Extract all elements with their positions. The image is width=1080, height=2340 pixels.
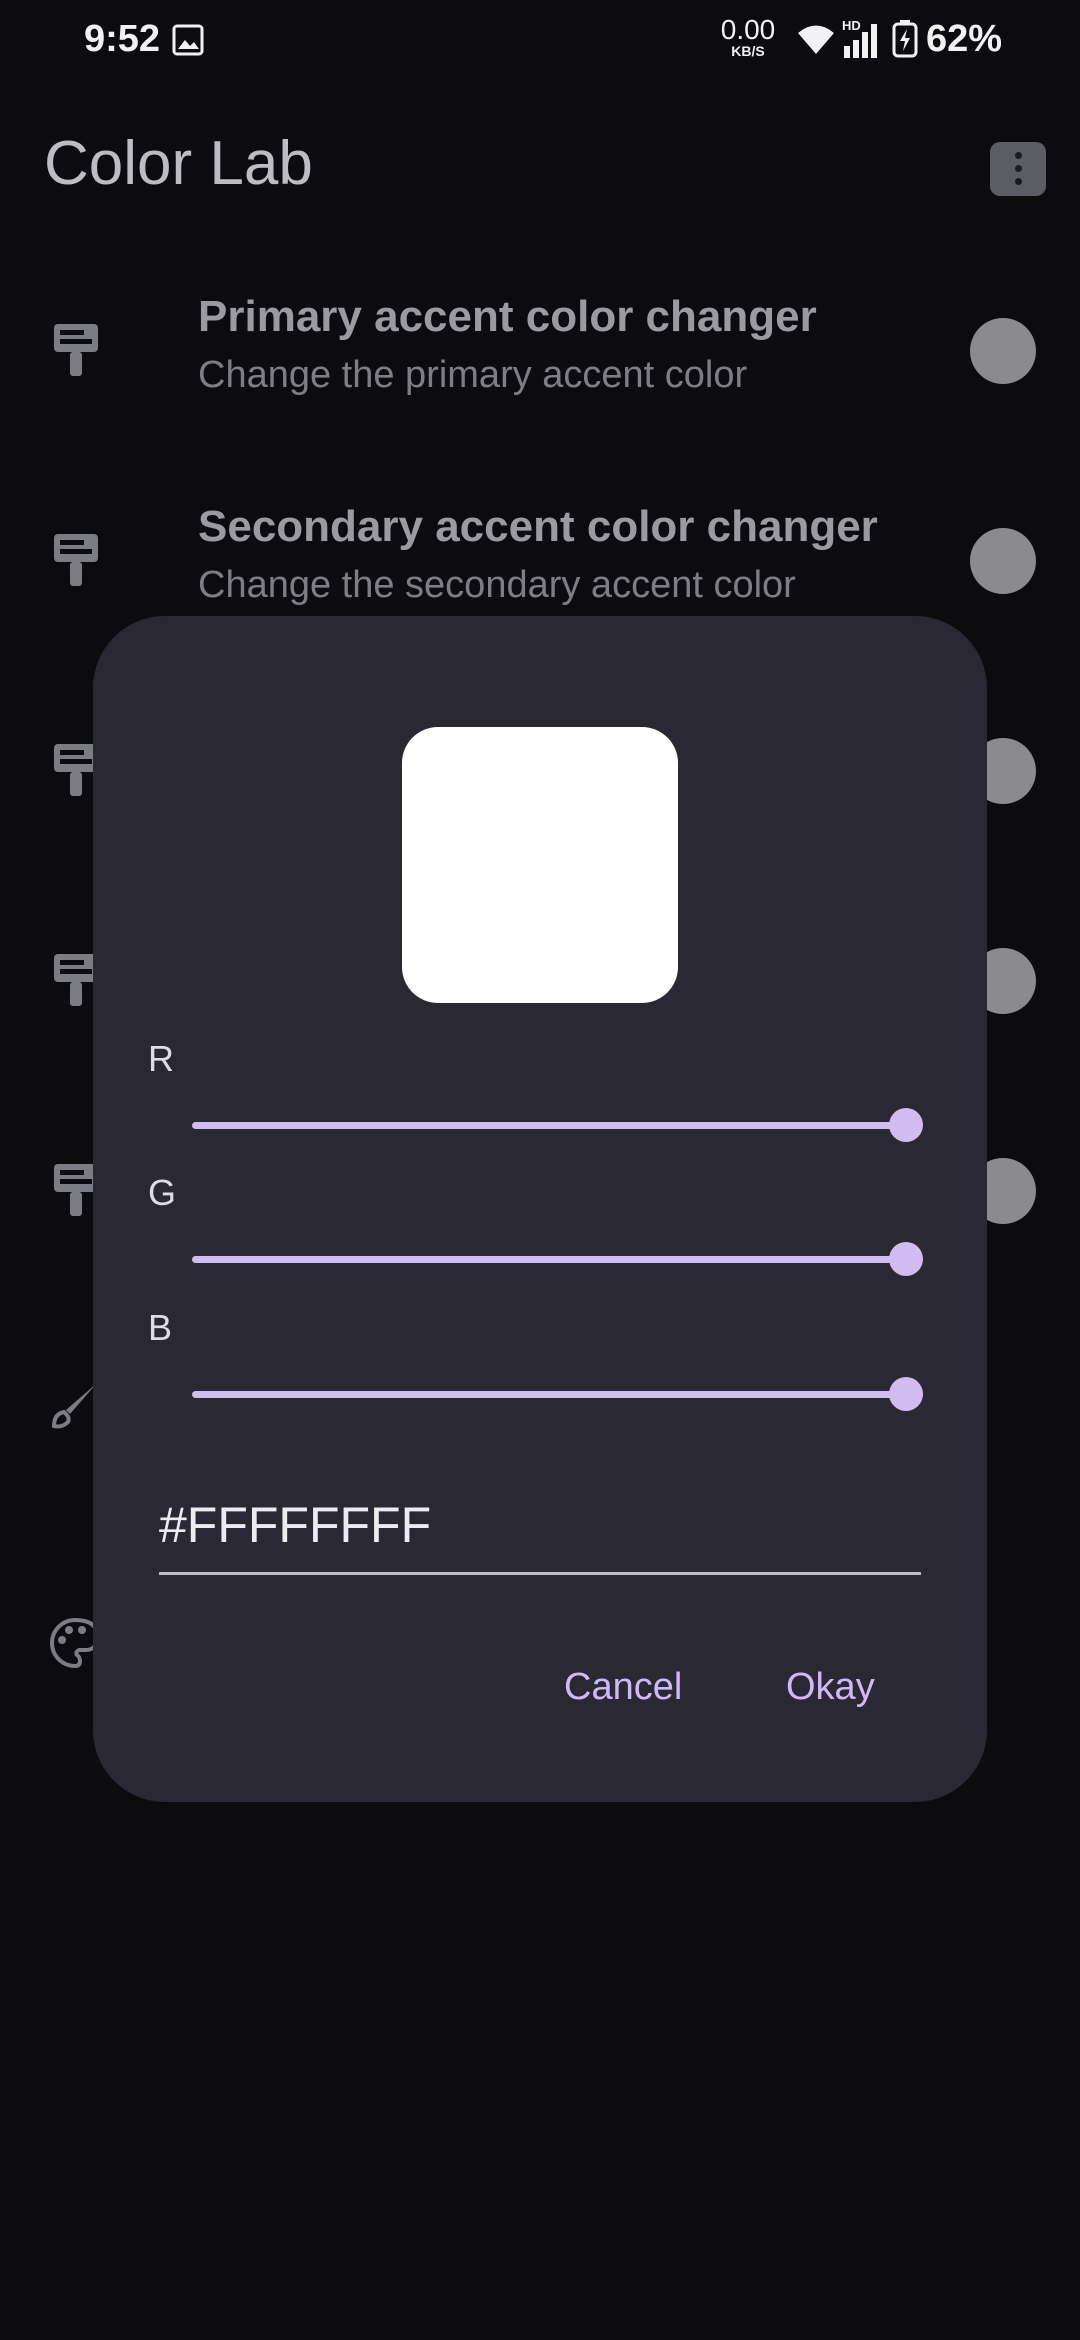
wifi-icon — [798, 25, 834, 54]
more-vert-icon — [1015, 152, 1022, 159]
status-bar: 9:52 0.00 KB/S HD 62% — [0, 0, 1080, 84]
red-slider[interactable] — [192, 1106, 923, 1146]
more-vert-icon-dot — [1015, 178, 1022, 185]
list-item-subtitle: Change the secondary accent color — [198, 564, 796, 606]
red-channel-label: R — [148, 1038, 174, 1079]
color-picker-dialog: R G B Cancel Okay — [93, 616, 987, 1802]
green-slider-thumb[interactable] — [889, 1242, 923, 1276]
color-preview — [402, 727, 678, 1003]
overflow-menu-button[interactable] — [990, 142, 1046, 196]
list-item-title: Primary accent color changer — [198, 292, 817, 341]
okay-button[interactable]: Okay — [786, 1666, 875, 1709]
hex-input-field[interactable] — [159, 1480, 921, 1575]
green-channel-label: G — [148, 1172, 177, 1213]
status-time: 9:52 — [84, 18, 161, 60]
more-vert-icon-dot — [1015, 165, 1022, 172]
blue-channel-label: B — [148, 1307, 173, 1348]
paint-roller-icon — [54, 534, 98, 586]
cancel-button[interactable]: Cancel — [564, 1666, 682, 1709]
color-swatch[interactable] — [970, 318, 1036, 384]
green-slider-track — [192, 1256, 906, 1263]
color-swatch[interactable] — [970, 528, 1036, 594]
red-slider-thumb[interactable] — [889, 1108, 923, 1142]
hex-input[interactable] — [159, 1490, 921, 1560]
battery-percent: 62% — [926, 18, 1003, 60]
battery-charging-icon — [892, 20, 918, 58]
list-item-subtitle: Change the primary accent color — [198, 354, 748, 396]
blue-slider-track — [192, 1391, 906, 1398]
network-speed-value: 0.00 — [720, 14, 776, 45]
red-slider-track — [192, 1122, 906, 1129]
paint-roller-icon — [54, 324, 98, 376]
image-notification-icon — [172, 24, 204, 56]
app-title: Color Lab — [44, 129, 313, 198]
cell-signal-icon: HD — [842, 18, 886, 60]
blue-slider-thumb[interactable] — [889, 1377, 923, 1411]
green-slider[interactable] — [192, 1240, 923, 1280]
blue-slider[interactable] — [192, 1375, 923, 1415]
network-speed-unit: KB/S — [731, 43, 765, 59]
list-item-title: Secondary accent color changer — [198, 502, 878, 551]
network-speed: 0.00 KB/S — [716, 14, 780, 59]
list-item-primary-accent[interactable]: Primary accent color changer Change the … — [0, 260, 1080, 460]
